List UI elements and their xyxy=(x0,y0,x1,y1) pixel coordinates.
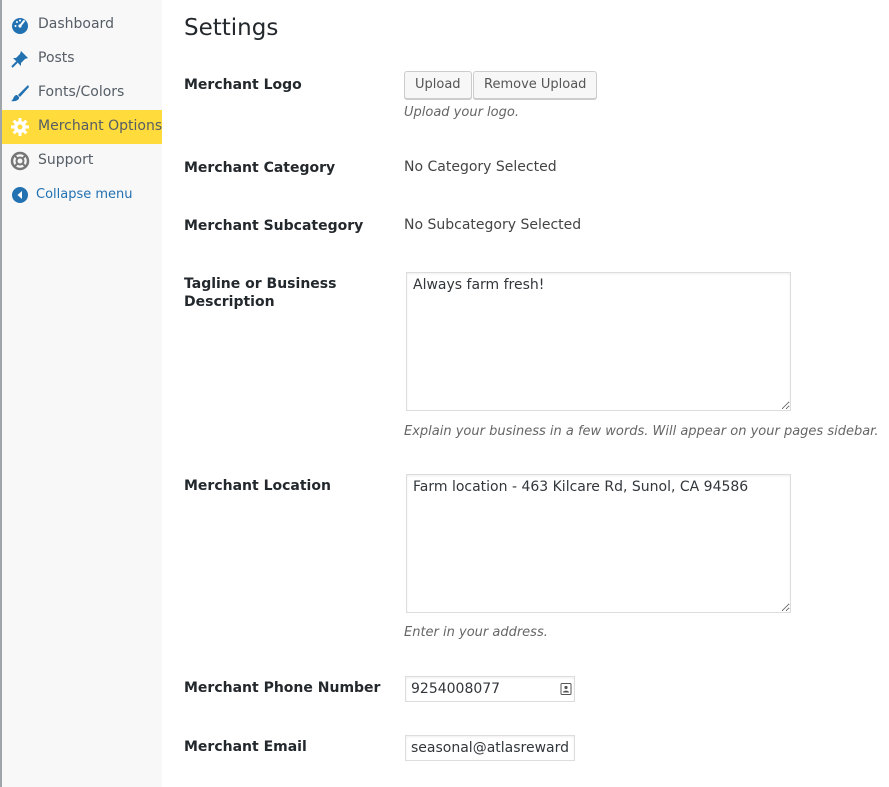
logo-description: Upload your logo. xyxy=(404,105,519,120)
sidebar-item-merchant-options[interactable]: Merchant Options xyxy=(2,110,170,144)
merchant-category-label: Merchant Category xyxy=(184,160,336,176)
contact-card-icon[interactable] xyxy=(560,683,572,695)
upload-button[interactable]: Upload xyxy=(404,71,472,99)
email-input[interactable] xyxy=(405,735,575,761)
merchant-email-label: Merchant Email xyxy=(184,739,307,755)
merchant-location-label: Merchant Location xyxy=(184,478,331,494)
collapse-menu-button[interactable]: Collapse menu xyxy=(2,178,162,212)
pin-icon xyxy=(11,51,28,68)
dashboard-icon xyxy=(12,18,28,34)
brush-icon xyxy=(11,85,29,102)
merchant-category-value: No Category Selected xyxy=(404,159,557,175)
page-title: Settings xyxy=(184,15,279,41)
tagline-description: Explain your business in a few words. Wi… xyxy=(404,424,879,439)
lifebuoy-icon xyxy=(10,151,30,171)
remove-upload-button[interactable]: Remove Upload xyxy=(473,71,598,99)
gear-icon xyxy=(11,118,29,136)
collapse-arrow-icon xyxy=(12,187,28,203)
merchant-subcategory-label: Merchant Subcategory xyxy=(184,218,364,234)
admin-sidebar: Dashboard Posts Fonts/Colors Merchant Op… xyxy=(2,0,170,787)
sidebar-item-dashboard[interactable]: Dashboard xyxy=(2,8,162,42)
merchant-logo-label: Merchant Logo xyxy=(184,77,302,93)
sidebar-item-label: Fonts/Colors xyxy=(38,84,125,100)
location-textarea[interactable]: Farm location - 463 Kilcare Rd, Sunol, C… xyxy=(406,474,791,613)
sidebar-item-label: Dashboard xyxy=(38,16,114,32)
main-content: Settings Merchant Logo Upload Remove Upl… xyxy=(162,0,889,787)
sidebar-item-fonts-colors[interactable]: Fonts/Colors xyxy=(2,76,162,110)
sidebar-item-label: Merchant Options xyxy=(38,118,163,134)
tagline-label: Tagline or Business Description xyxy=(184,276,337,310)
collapse-menu-label: Collapse menu xyxy=(36,187,133,202)
phone-input[interactable] xyxy=(405,676,575,702)
sidebar-item-posts[interactable]: Posts xyxy=(2,42,162,76)
location-description: Enter in your address. xyxy=(404,625,548,640)
sidebar-item-support[interactable]: Support xyxy=(2,144,162,178)
merchant-subcategory-value: No Subcategory Selected xyxy=(404,217,582,233)
sidebar-item-label: Support xyxy=(38,152,94,168)
tagline-textarea[interactable]: Always farm fresh! xyxy=(406,272,791,411)
merchant-phone-label: Merchant Phone Number xyxy=(184,680,381,696)
sidebar-item-label: Posts xyxy=(38,50,75,66)
